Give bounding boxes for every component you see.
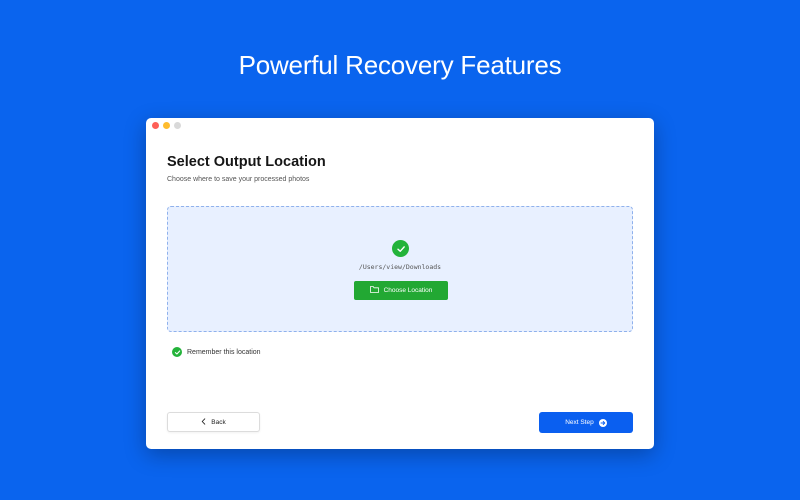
traffic-lights	[152, 122, 181, 129]
back-label: Back	[211, 418, 226, 426]
choose-location-label: Choose Location	[383, 287, 433, 294]
check-circle-icon	[392, 240, 409, 257]
next-step-label: Next Step	[565, 419, 594, 426]
app-window: Select Output Location Choose where to s…	[146, 118, 654, 449]
remember-location-checkbox[interactable]: Remember this location	[172, 347, 261, 357]
choose-location-button[interactable]: Choose Location	[354, 281, 448, 300]
next-step-button[interactable]: Next Step	[539, 412, 633, 433]
selected-path: /Users/view/Downloads	[358, 263, 442, 271]
close-window-button[interactable]	[152, 122, 159, 129]
zoom-window-button[interactable]	[174, 122, 181, 129]
back-button[interactable]: Back	[167, 412, 260, 432]
chevron-left-icon	[201, 417, 206, 427]
minimize-window-button[interactable]	[163, 122, 170, 129]
headline: Powerful Recovery Features	[238, 50, 562, 80]
checkbox-checked-icon	[172, 347, 182, 357]
page-title: Select Output Location	[167, 154, 326, 170]
remember-location-label: Remember this location	[187, 348, 261, 356]
output-location-dropzone[interactable]: /Users/view/Downloads Choose Location	[167, 206, 633, 332]
folder-icon	[369, 286, 379, 295]
arrow-right-circle-icon	[598, 418, 607, 427]
page-subtitle: Choose where to save your processed phot…	[167, 176, 310, 183]
